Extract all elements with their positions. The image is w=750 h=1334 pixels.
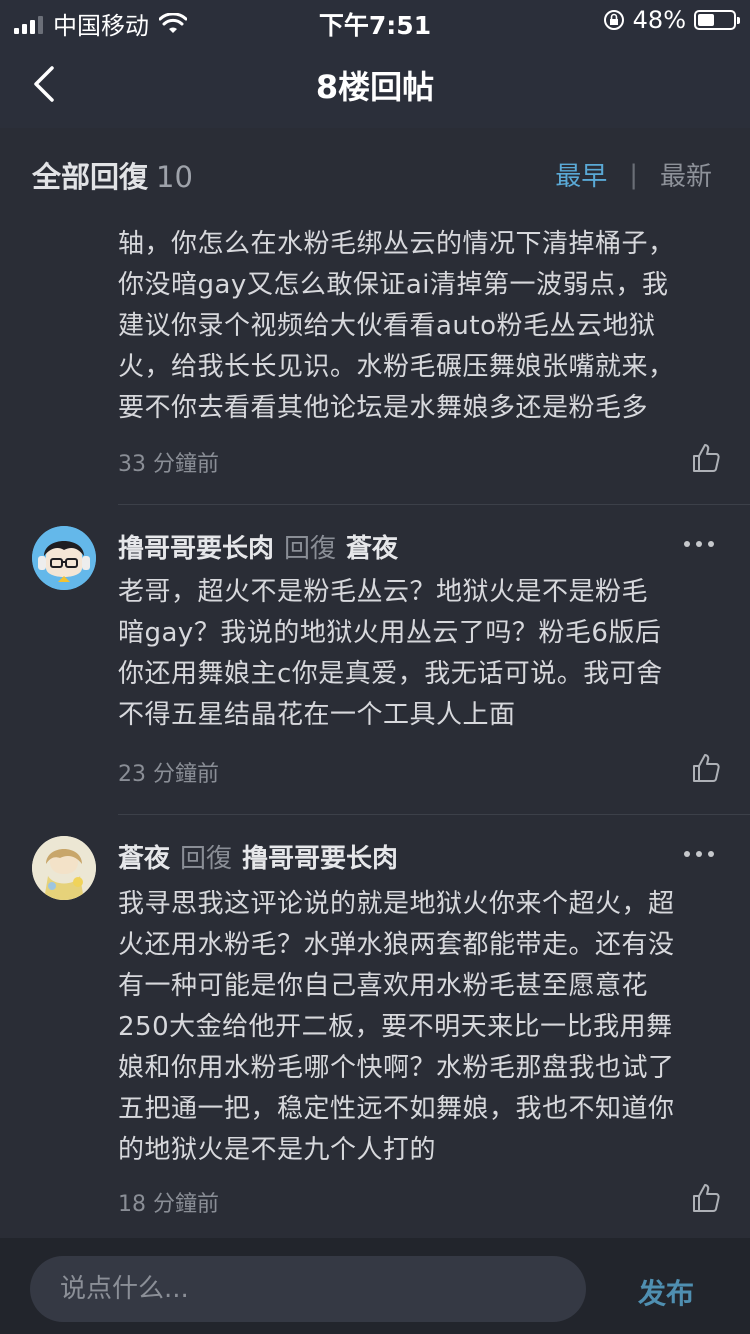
comment-time: 23 分鐘前 (118, 762, 219, 787)
avatar[interactable] (32, 526, 96, 590)
more-options-icon[interactable] (684, 849, 714, 859)
comment-header: 蒼夜 回復 撸哥哥要长肉 (118, 838, 398, 875)
sort-earliest-button[interactable]: 最早 (555, 156, 607, 193)
rotation-lock-icon (603, 10, 624, 30)
reply-target-name[interactable]: 蒼夜 (346, 534, 398, 564)
sort-toggle: 最早 | 最新 (555, 156, 712, 193)
comment-time: 33 分鐘前 (118, 452, 219, 477)
author-name[interactable]: 撸哥哥要长肉 (118, 534, 274, 564)
comment-input-bar: 发布 (0, 1238, 750, 1334)
author-name[interactable]: 蒼夜 (118, 844, 170, 874)
comment-text: 我寻思我这评论说的就是地狱火你来个超火，超 火还用水粉毛？水弹水狼两套都能带走。… (118, 889, 675, 1165)
reply-word: 回復 (180, 844, 233, 874)
replies-header: 全部回復 10 最早 | 最新 (0, 128, 750, 208)
reply-word: 回復 (284, 534, 337, 564)
nav-bar: 8楼回帖 (0, 40, 750, 128)
comment-divider (118, 504, 750, 505)
comment-input[interactable] (30, 1256, 586, 1322)
all-replies-label: 全部回復 (32, 160, 149, 194)
battery-percent: 48% (632, 6, 686, 34)
sort-separator: | (629, 159, 638, 190)
comment-text: 轴，你怎么在水粉毛绑丛云的情况下清掉桶子， 你没暗gay又怎么敢保证ai清掉第一… (118, 229, 675, 423)
sort-latest-button[interactable]: 最新 (660, 156, 712, 193)
avatar-illustration (32, 836, 96, 900)
more-options-icon[interactable] (684, 539, 714, 549)
battery-icon (694, 10, 740, 30)
page-title: 8楼回帖 (315, 68, 435, 106)
thumbs-up-icon[interactable] (690, 442, 722, 474)
status-bar: 中国移动 下午7:51 48% (0, 0, 750, 40)
comment-divider (118, 814, 750, 815)
thumbs-up-icon[interactable] (690, 752, 722, 784)
comment-time: 18 分鐘前 (118, 1192, 219, 1217)
comment-text: 老哥，超火不是粉毛丛云？地狱火是不是粉毛 暗gay？我说的地狱火用丛云了吗？粉毛… (118, 577, 663, 730)
thumbs-up-icon[interactable] (690, 1182, 722, 1214)
reply-target-name[interactable]: 撸哥哥要长肉 (242, 844, 398, 874)
publish-button[interactable]: 发布 (638, 1272, 694, 1312)
comment-feed[interactable]: 轴，你怎么在水粉毛绑丛云的情况下清掉桶子， 你没暗gay又怎么敢保证ai清掉第一… (0, 208, 750, 1238)
reply-count: 10 (156, 160, 193, 194)
comment-header: 撸哥哥要长肉 回復 蒼夜 (118, 528, 398, 565)
avatar-illustration (32, 526, 96, 590)
avatar[interactable] (32, 836, 96, 900)
